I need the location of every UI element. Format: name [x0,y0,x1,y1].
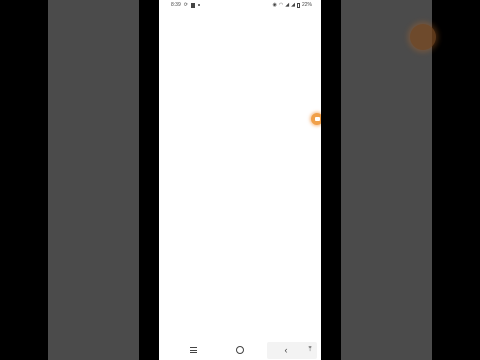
gallery-icon [190,2,195,8]
status-bar-right: ◉ ◠ ◢ ◢ 22% [273,2,312,8]
status-bar: 8:39 ⟳ ◉ ◠ ◢ ◢ 22% [159,0,321,11]
dot-icon [197,4,200,6]
pin-icon: ⤒ [308,346,312,353]
home-button[interactable] [231,343,249,357]
back-button[interactable]: ‹ [277,343,295,357]
floating-bubble-button[interactable] [311,113,321,125]
app-content-area[interactable] [159,11,321,341]
pin-button[interactable]: ⤒ [301,343,319,357]
navigation-bar: ‹ ⤒ [159,341,321,360]
recent-apps-button[interactable] [184,343,202,357]
blurred-bubble-icon [410,24,436,50]
back-chevron-icon: ‹ [284,345,288,355]
phone-screen: 8:39 ⟳ ◉ ◠ ◢ ◢ 22% ‹ ⤒ [159,0,321,360]
signal-icon: ◢ [285,2,290,8]
status-time: 8:39 [171,2,181,8]
battery-percent: 22% [301,2,312,8]
wifi-icon: ◠ [278,2,284,8]
signal-icon: ◢ [291,2,295,8]
hamburger-icon [189,347,197,353]
sync-icon: ⟳ [183,2,188,8]
eye-icon: ◉ [272,2,277,8]
status-bar-left: 8:39 ⟳ [171,2,200,8]
blurred-background-left [48,0,139,360]
blurred-background-right [341,0,432,360]
bubble-icon [314,117,320,121]
battery-icon [296,2,300,8]
home-circle-icon [236,346,244,354]
